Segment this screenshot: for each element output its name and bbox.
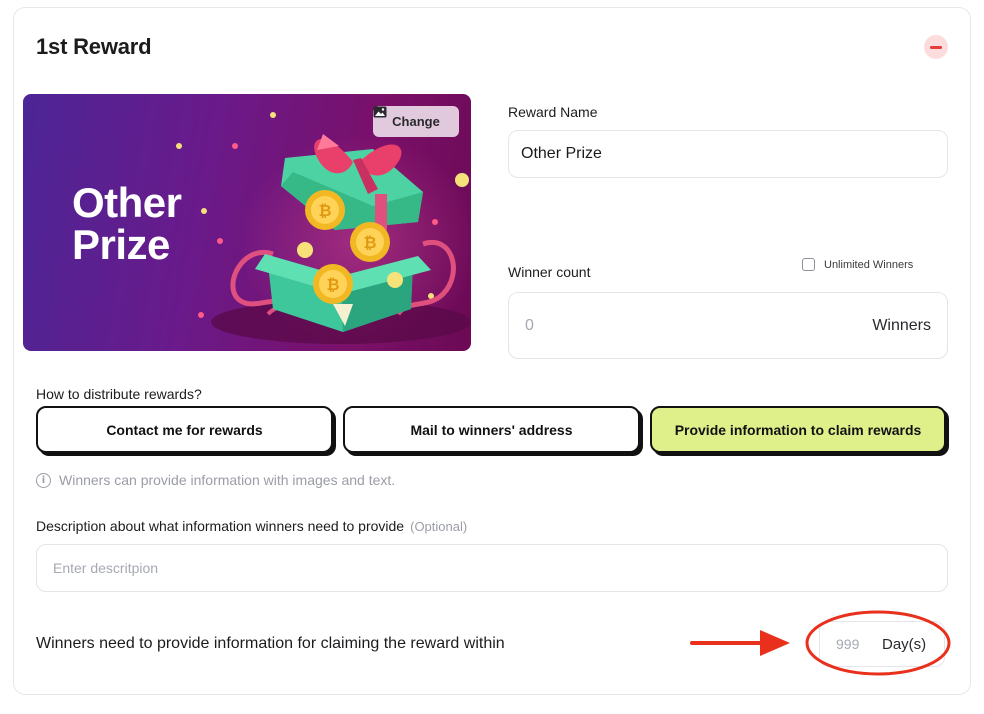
optional-tag: (Optional) (410, 519, 468, 534)
winners-unit: Winners (872, 316, 931, 334)
unlimited-winners-checkbox[interactable] (802, 258, 815, 271)
winner-count-label: Winner count (508, 264, 591, 280)
claim-days-input[interactable] (836, 636, 876, 652)
winner-count-input[interactable] (525, 316, 825, 335)
distribution-hint: i Winners can provide information with i… (36, 472, 395, 488)
change-label: Change (392, 114, 440, 129)
unlimited-winners-label: Unlimited Winners (824, 258, 914, 271)
change-image-button[interactable]: Change (373, 106, 459, 137)
reward-name-input[interactable] (521, 145, 947, 163)
unlimited-winners-toggle[interactable]: Unlimited Winners (802, 258, 913, 271)
winner-count-field[interactable]: Winners (508, 292, 948, 359)
svg-text:₿: ₿ (363, 233, 376, 252)
remove-reward-button[interactable] (924, 35, 948, 59)
svg-text:₿: ₿ (318, 201, 331, 220)
reward-name-field[interactable] (508, 130, 948, 178)
description-label-text: Description about what information winne… (36, 518, 405, 534)
claim-period-label: Winners need to provide information for … (36, 635, 505, 652)
prize-title: Other Prize (72, 179, 182, 268)
option-provide-information[interactable]: Provide information to claim rewards (650, 406, 946, 453)
option-mail-address[interactable]: Mail to winners' address (343, 406, 640, 453)
minus-circle-icon (930, 45, 942, 49)
card-title: 1st Reward (36, 34, 152, 59)
option-contact-me[interactable]: Contact me for rewards (36, 406, 333, 453)
distribution-question: How to distribute rewards? (36, 386, 202, 402)
prize-image: ₿ ₿ ₿ Other Prize Change (23, 94, 471, 351)
description-label: Description about what information winne… (36, 518, 467, 534)
svg-text:₿: ₿ (326, 275, 339, 294)
image-icon (373, 106, 387, 118)
description-field[interactable] (36, 544, 948, 592)
claim-days-field[interactable]: Day(s) (819, 621, 945, 667)
days-unit: Day(s) (882, 635, 927, 653)
hint-text: Winners can provide information with ima… (59, 472, 396, 488)
description-input[interactable] (53, 560, 947, 576)
reward-name-label: Reward Name (508, 104, 598, 120)
info-icon: i (36, 472, 51, 488)
